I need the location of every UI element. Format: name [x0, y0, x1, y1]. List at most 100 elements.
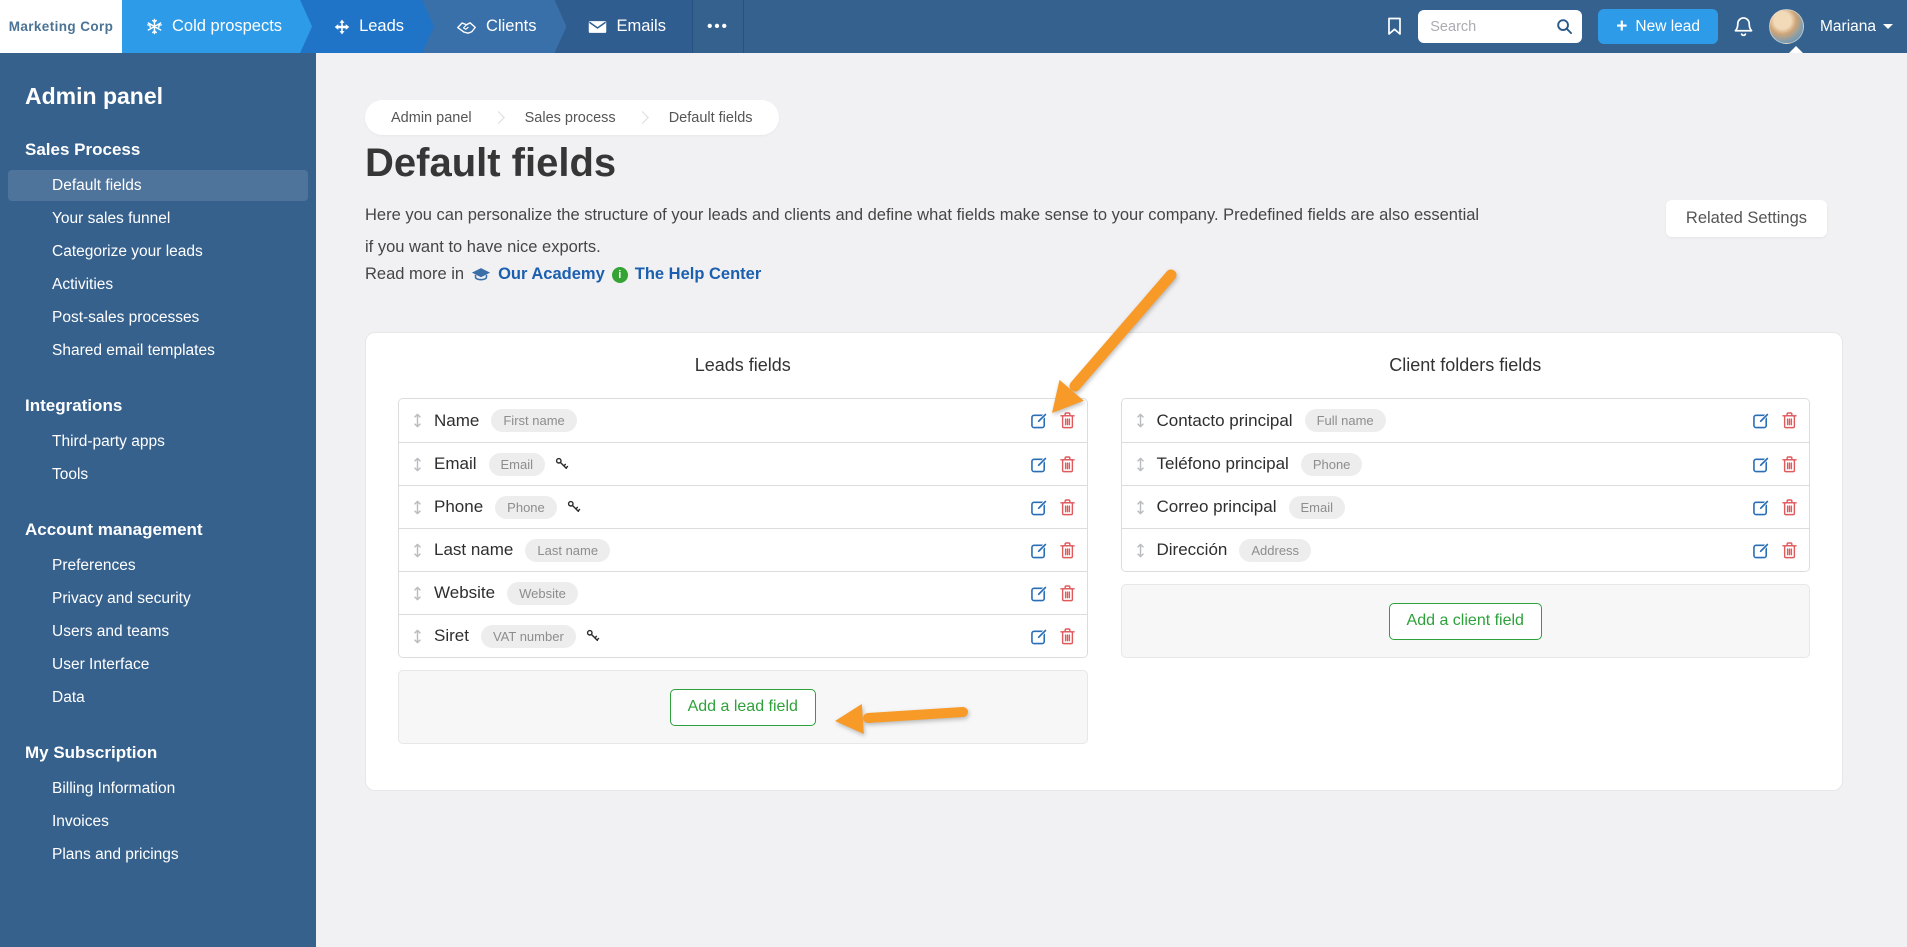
add-lead-strip: Add a lead field: [398, 670, 1088, 744]
sidebar-item-tools[interactable]: Tools: [8, 459, 308, 490]
tab-clients[interactable]: Clients: [422, 0, 566, 53]
edit-field-icon[interactable]: [1030, 542, 1048, 559]
add-client-strip: Add a client field: [1120, 584, 1810, 658]
sidebar-item-plans-and-pricings[interactable]: Plans and pricings: [8, 839, 308, 870]
leads-fields-column: Leads fields Name First name Email Email Pho…: [398, 355, 1088, 744]
delete-field-icon[interactable]: [1782, 455, 1797, 473]
field-name: Siret: [434, 626, 469, 645]
key-icon: [586, 629, 600, 643]
drag-handle-icon[interactable]: [1136, 499, 1145, 516]
drag-handle-icon[interactable]: [1136, 456, 1145, 473]
edit-field-icon[interactable]: [1753, 412, 1770, 429]
drag-handle-icon[interactable]: [413, 628, 422, 645]
app-logo[interactable]: Marketing Corp: [0, 0, 122, 53]
delete-field-icon[interactable]: [1782, 498, 1797, 516]
drag-handle-icon[interactable]: [413, 456, 422, 473]
delete-field-icon[interactable]: [1782, 541, 1797, 559]
sidebar-item-categorize-your-leads[interactable]: Categorize your leads: [8, 236, 308, 267]
edit-field-icon[interactable]: [1030, 456, 1048, 473]
field-type-tag: Phone: [1300, 452, 1363, 476]
breadcrumb-default-fields[interactable]: Default fields: [669, 110, 753, 126]
ellipsis-icon: •••: [707, 18, 729, 35]
edit-field-icon[interactable]: [1753, 499, 1770, 516]
sidebar-item-shared-email-templates[interactable]: Shared email templates: [8, 335, 308, 366]
field-name: Teléfono principal: [1156, 454, 1289, 473]
delete-field-icon[interactable]: [1059, 541, 1075, 559]
top-bar: Marketing Corp Cold prospects Leads Clie…: [0, 0, 1907, 53]
field-type-tag: Address: [1239, 538, 1312, 562]
chevron-right-icon: [635, 111, 649, 124]
bell-icon[interactable]: [1734, 16, 1753, 37]
tab-more[interactable]: •••: [691, 0, 744, 53]
field-type-tag: Full name: [1304, 409, 1386, 432]
sidebar-item-user-interface[interactable]: User Interface: [8, 649, 308, 680]
handshake-icon: [456, 19, 477, 34]
tab-cold-prospects[interactable]: Cold prospects: [122, 0, 312, 53]
edit-field-icon[interactable]: [1030, 412, 1048, 429]
drag-handle-icon[interactable]: [413, 499, 422, 516]
new-lead-button[interactable]: + New lead: [1598, 9, 1718, 44]
client-fields-column: Client folders fields Contacto principal…: [1120, 355, 1810, 744]
sidebar-item-your-sales-funnel[interactable]: Your sales funnel: [8, 203, 308, 234]
related-settings-button[interactable]: Related Settings: [1665, 200, 1827, 237]
user-menu[interactable]: Mariana: [1820, 18, 1893, 36]
sidebar-item-post-sales-processes[interactable]: Post-sales processes: [8, 302, 308, 333]
sidebar-item-users-and-teams[interactable]: Users and teams: [8, 616, 308, 647]
field-type-tag: Last name: [525, 538, 611, 562]
leads-fields-title: Leads fields: [694, 355, 791, 375]
sidebar-item-third-party-apps[interactable]: Third-party apps: [8, 426, 308, 457]
sidebar-item-activities[interactable]: Activities: [8, 269, 308, 300]
field-type-tag: VAT number: [480, 624, 576, 648]
delete-field-icon[interactable]: [1059, 455, 1075, 473]
delete-field-icon[interactable]: [1059, 412, 1075, 429]
edit-field-icon[interactable]: [1753, 456, 1770, 473]
academy-link[interactable]: Our Academy: [498, 265, 605, 284]
drag-handle-icon[interactable]: [413, 585, 422, 602]
field-name: Correo principal: [1156, 497, 1277, 516]
field-name: Email: [434, 454, 477, 473]
drag-handle-icon[interactable]: [1136, 412, 1145, 429]
drag-handle-icon[interactable]: [1136, 542, 1145, 559]
field-type-tag: Phone: [495, 495, 557, 519]
field-type-tag: Email: [488, 452, 546, 476]
field-name: Name: [434, 410, 480, 430]
sidebar-item-preferences[interactable]: Preferences: [8, 550, 308, 581]
read-more-line: Read more in Our Academy i The Help Cent…: [365, 265, 762, 284]
search-icon[interactable]: [1556, 18, 1573, 35]
edit-field-icon[interactable]: [1030, 499, 1048, 516]
search-box: [1418, 10, 1583, 43]
sidebar-item-privacy-and-security[interactable]: Privacy and security: [8, 583, 308, 614]
sidebar-item-billing-information[interactable]: Billing Information: [8, 773, 308, 804]
delete-field-icon[interactable]: [1059, 584, 1075, 602]
drag-handle-icon[interactable]: [413, 412, 422, 429]
bookmark-icon[interactable]: [1387, 17, 1402, 36]
help-center-link[interactable]: The Help Center: [635, 265, 762, 284]
add-lead-field-button[interactable]: Add a lead field: [669, 688, 816, 726]
edit-field-icon[interactable]: [1753, 542, 1770, 559]
field-name: Website: [434, 583, 496, 602]
search-input[interactable]: [1430, 18, 1551, 35]
avatar[interactable]: [1769, 9, 1804, 44]
arrows-icon: [334, 19, 350, 35]
field-row: Contacto principal Full name: [1121, 399, 1809, 442]
delete-field-icon[interactable]: [1782, 412, 1797, 429]
field-row: Email Email: [399, 442, 1087, 485]
add-client-field-button[interactable]: Add a client field: [1388, 602, 1542, 640]
delete-field-icon[interactable]: [1059, 627, 1075, 645]
breadcrumb-sales-process[interactable]: Sales process: [525, 110, 616, 126]
breadcrumb-admin-panel[interactable]: Admin panel: [391, 110, 472, 126]
sidebar-item-invoices[interactable]: Invoices: [8, 806, 308, 837]
field-type-tag: Email: [1288, 495, 1346, 519]
drag-handle-icon[interactable]: [413, 542, 422, 559]
tab-emails[interactable]: Emails: [554, 0, 692, 53]
field-name: Dirección: [1156, 540, 1228, 559]
delete-field-icon[interactable]: [1059, 498, 1075, 516]
sidebar-item-default-fields[interactable]: Default fields: [8, 170, 308, 201]
snowflake-icon: [146, 18, 163, 35]
tab-leads[interactable]: Leads: [300, 0, 434, 53]
edit-field-icon[interactable]: [1030, 585, 1048, 602]
field-row: Last name Last name: [399, 528, 1087, 571]
edit-field-icon[interactable]: [1030, 628, 1048, 645]
sidebar-item-data[interactable]: Data: [8, 682, 308, 713]
main-nav: Cold prospects Leads Clients Emails •••: [122, 0, 744, 53]
